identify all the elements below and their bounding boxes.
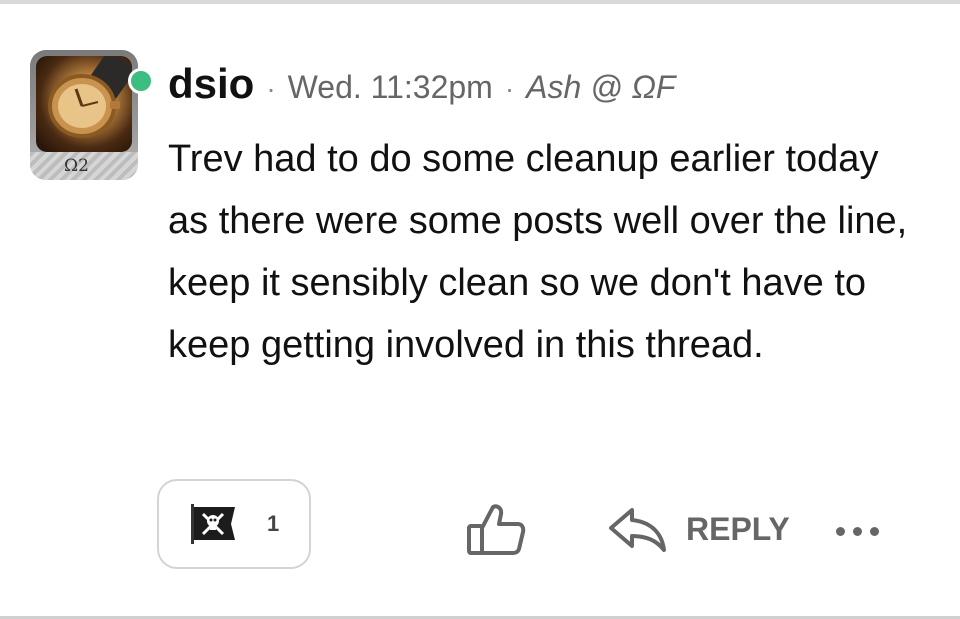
post-body: Trev had to do some cleanup earlier toda… <box>168 138 908 366</box>
author-name[interactable]: dsio <box>168 60 254 108</box>
online-status-dot <box>128 68 154 94</box>
top-divider <box>0 0 960 4</box>
watch-photo <box>36 56 132 152</box>
rank-badge: Ω2 <box>64 156 89 176</box>
more-dot <box>870 526 879 536</box>
more-dot <box>853 526 862 536</box>
like-button[interactable] <box>466 502 526 556</box>
more-options-button[interactable] <box>836 514 879 548</box>
avatar-image: Ω2 <box>30 50 138 180</box>
meta-separator: · <box>266 73 276 104</box>
reply-button[interactable]: REPLY <box>608 504 790 554</box>
meta-separator: · <box>504 73 515 104</box>
pirate-flag-icon <box>191 504 235 544</box>
reply-label: REPLY <box>686 510 790 547</box>
reaction-count: 1 <box>267 511 280 536</box>
avatar[interactable]: Ω2 <box>30 50 154 180</box>
post-meta: dsio · Wed. 11:32pm · Ash @ ΩF <box>168 60 675 116</box>
thumbs-up-icon <box>467 504 526 555</box>
more-dots-icon <box>836 526 845 536</box>
community-name[interactable]: Ash @ ΩF <box>526 69 675 106</box>
post-timestamp[interactable]: Wed. 11:32pm <box>288 69 493 106</box>
reply-arrow-icon <box>609 508 666 552</box>
reaction-chip[interactable]: 1 <box>157 479 311 569</box>
